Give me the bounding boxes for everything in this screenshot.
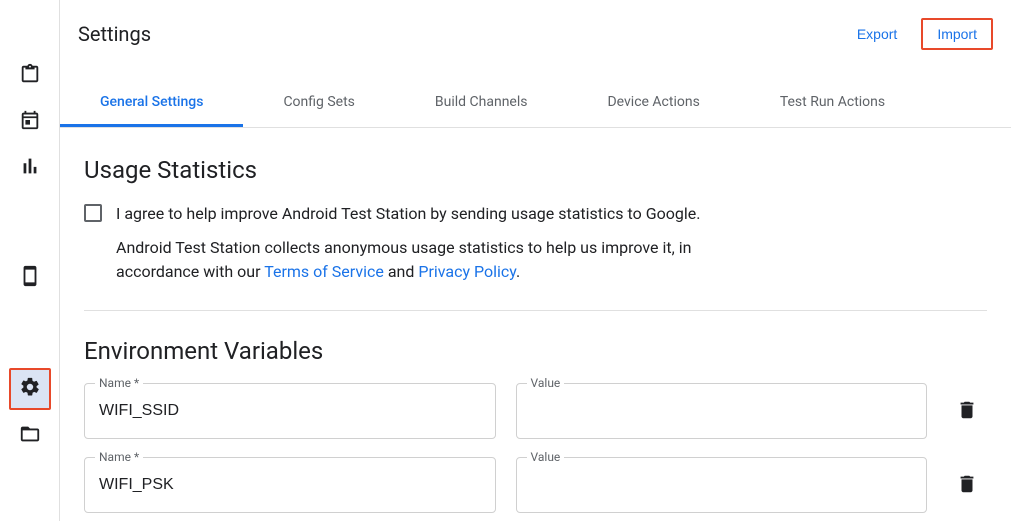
env-value-label: Value: [527, 376, 565, 390]
tab-test-run-actions[interactable]: Test Run Actions: [740, 80, 925, 127]
sidebar-item-files[interactable]: [10, 416, 50, 456]
usage-consent-checkbox[interactable]: [84, 204, 102, 222]
usage-consent-text: I agree to help improve Android Test Sta…: [116, 202, 736, 226]
smartphone-icon: [19, 265, 41, 291]
folder-icon: [19, 423, 41, 449]
sidebar-item-devices[interactable]: [10, 258, 50, 298]
sidebar-item-reports[interactable]: [10, 148, 50, 188]
content: Usage Statistics I agree to help improve…: [60, 128, 1011, 521]
usage-detail-suffix: .: [516, 262, 520, 281]
sidebar-item-settings[interactable]: [9, 368, 51, 410]
env-value-input[interactable]: [531, 476, 913, 494]
env-name-input[interactable]: [99, 402, 481, 420]
tab-general-settings[interactable]: General Settings: [60, 80, 243, 127]
trash-icon: [956, 399, 978, 424]
main-content: Settings Export Import General Settings …: [60, 0, 1011, 521]
tabs: General Settings Config Sets Build Chann…: [60, 80, 1011, 128]
tab-config-sets[interactable]: Config Sets: [243, 80, 394, 127]
sidebar-item-schedule[interactable]: [10, 102, 50, 142]
export-button[interactable]: Export: [841, 18, 913, 50]
usage-consent-block: I agree to help improve Android Test Sta…: [116, 202, 736, 284]
clipboard-icon: [19, 63, 41, 89]
usage-statistics-heading: Usage Statistics: [84, 156, 987, 184]
env-value-input[interactable]: [531, 402, 913, 420]
env-var-row: Name * Value: [84, 383, 987, 439]
tab-device-actions[interactable]: Device Actions: [567, 80, 739, 127]
terms-of-service-link[interactable]: Terms of Service: [264, 262, 384, 281]
tab-build-channels[interactable]: Build Channels: [395, 80, 568, 127]
calendar-icon: [19, 109, 41, 135]
delete-env-var-button[interactable]: [947, 465, 987, 505]
bar-chart-icon: [19, 155, 41, 181]
env-value-field: Value: [516, 457, 928, 513]
page-title: Settings: [78, 22, 151, 46]
env-name-field: Name *: [84, 383, 496, 439]
usage-consent-row: I agree to help improve Android Test Sta…: [84, 202, 987, 284]
section-divider: [84, 310, 987, 311]
gear-icon: [19, 376, 41, 402]
header: Settings Export Import: [60, 0, 1011, 50]
delete-env-var-button[interactable]: [947, 391, 987, 431]
env-value-field: Value: [516, 383, 928, 439]
env-name-label: Name *: [95, 450, 143, 464]
usage-detail-text: Android Test Station collects anonymous …: [116, 236, 736, 284]
env-name-field: Name *: [84, 457, 496, 513]
env-name-label: Name *: [95, 376, 143, 390]
env-variables-heading: Environment Variables: [84, 337, 987, 365]
env-var-row: Name * Value: [84, 457, 987, 513]
usage-and-text: and: [384, 262, 419, 281]
import-button[interactable]: Import: [921, 18, 993, 50]
env-name-input[interactable]: [99, 476, 481, 494]
env-value-label: Value: [527, 450, 565, 464]
header-actions: Export Import: [841, 18, 993, 50]
privacy-policy-link[interactable]: Privacy Policy: [418, 262, 516, 281]
sidebar: [0, 0, 60, 521]
sidebar-item-assignments[interactable]: [10, 56, 50, 96]
trash-icon: [956, 473, 978, 498]
